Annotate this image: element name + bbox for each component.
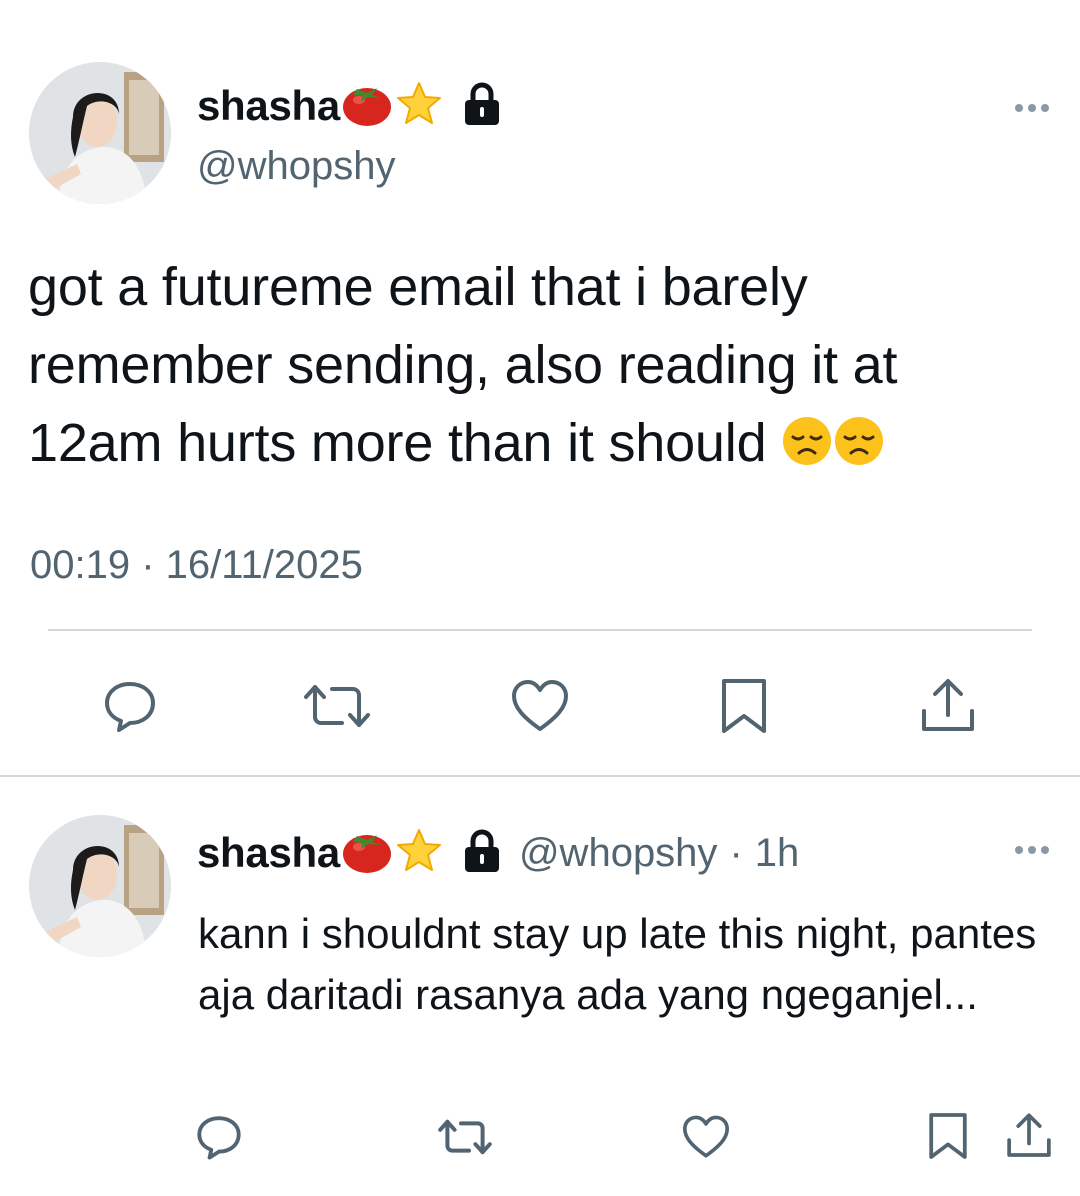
divider xyxy=(48,629,1032,631)
more-icon[interactable] xyxy=(1015,104,1049,112)
retweet-icon xyxy=(438,1119,492,1155)
reply-separator: · xyxy=(729,830,743,875)
bookmark-button[interactable] xyxy=(712,674,776,738)
section-divider xyxy=(0,775,1080,777)
sad-face-emoji xyxy=(781,410,833,465)
reply-button[interactable] xyxy=(192,1110,246,1164)
reply-icon xyxy=(197,1116,241,1160)
retweet-button[interactable] xyxy=(436,1112,494,1162)
reply-display-name[interactable]: shasha xyxy=(197,829,340,877)
main-tweet-text: got a futureme email that i barely remem… xyxy=(28,248,1038,482)
share-button[interactable] xyxy=(1002,1108,1056,1164)
reply-avatar[interactable] xyxy=(29,815,171,957)
reply-button[interactable] xyxy=(98,674,162,738)
avatar[interactable] xyxy=(29,62,171,204)
lock-icon xyxy=(463,82,501,131)
share-icon xyxy=(922,679,974,731)
reply-icon xyxy=(105,682,155,732)
display-name[interactable]: shasha xyxy=(197,82,340,130)
main-handle[interactable]: @whopshy xyxy=(197,144,395,189)
share-button[interactable] xyxy=(916,674,980,738)
reply-handle[interactable]: @whopshy xyxy=(519,831,717,876)
reply-tweet-text: kann i shouldnt stay up late this night,… xyxy=(198,910,1037,1018)
timestamp[interactable]: 00:19 · 16/11/2025 xyxy=(30,543,363,588)
star-emoji xyxy=(395,827,443,880)
like-button[interactable] xyxy=(679,1110,733,1164)
bookmark-icon xyxy=(722,679,766,733)
reply-name-row: shasha @whopshy · 1h xyxy=(197,826,799,880)
avatar-photo xyxy=(29,62,171,204)
reply-time[interactable]: 1h xyxy=(755,831,800,876)
like-button[interactable] xyxy=(508,674,572,738)
tomato-emoji xyxy=(341,827,393,880)
bookmark-icon xyxy=(929,1113,967,1159)
share-icon xyxy=(1007,1113,1051,1157)
star-emoji xyxy=(395,80,443,133)
main-tweet-body: got a futureme email that i barely remem… xyxy=(28,257,898,473)
sad-face-emoji xyxy=(833,410,885,465)
retweet-button[interactable] xyxy=(301,676,373,736)
tomato-emoji xyxy=(341,80,393,133)
like-icon xyxy=(682,1115,730,1158)
lock-icon xyxy=(463,829,501,878)
retweet-icon xyxy=(304,685,370,727)
main-tweet-name-row: shasha xyxy=(197,80,501,132)
bookmark-button[interactable] xyxy=(921,1108,975,1164)
like-icon xyxy=(512,680,568,731)
more-icon[interactable] xyxy=(1015,846,1049,854)
avatar-photo xyxy=(29,815,171,957)
